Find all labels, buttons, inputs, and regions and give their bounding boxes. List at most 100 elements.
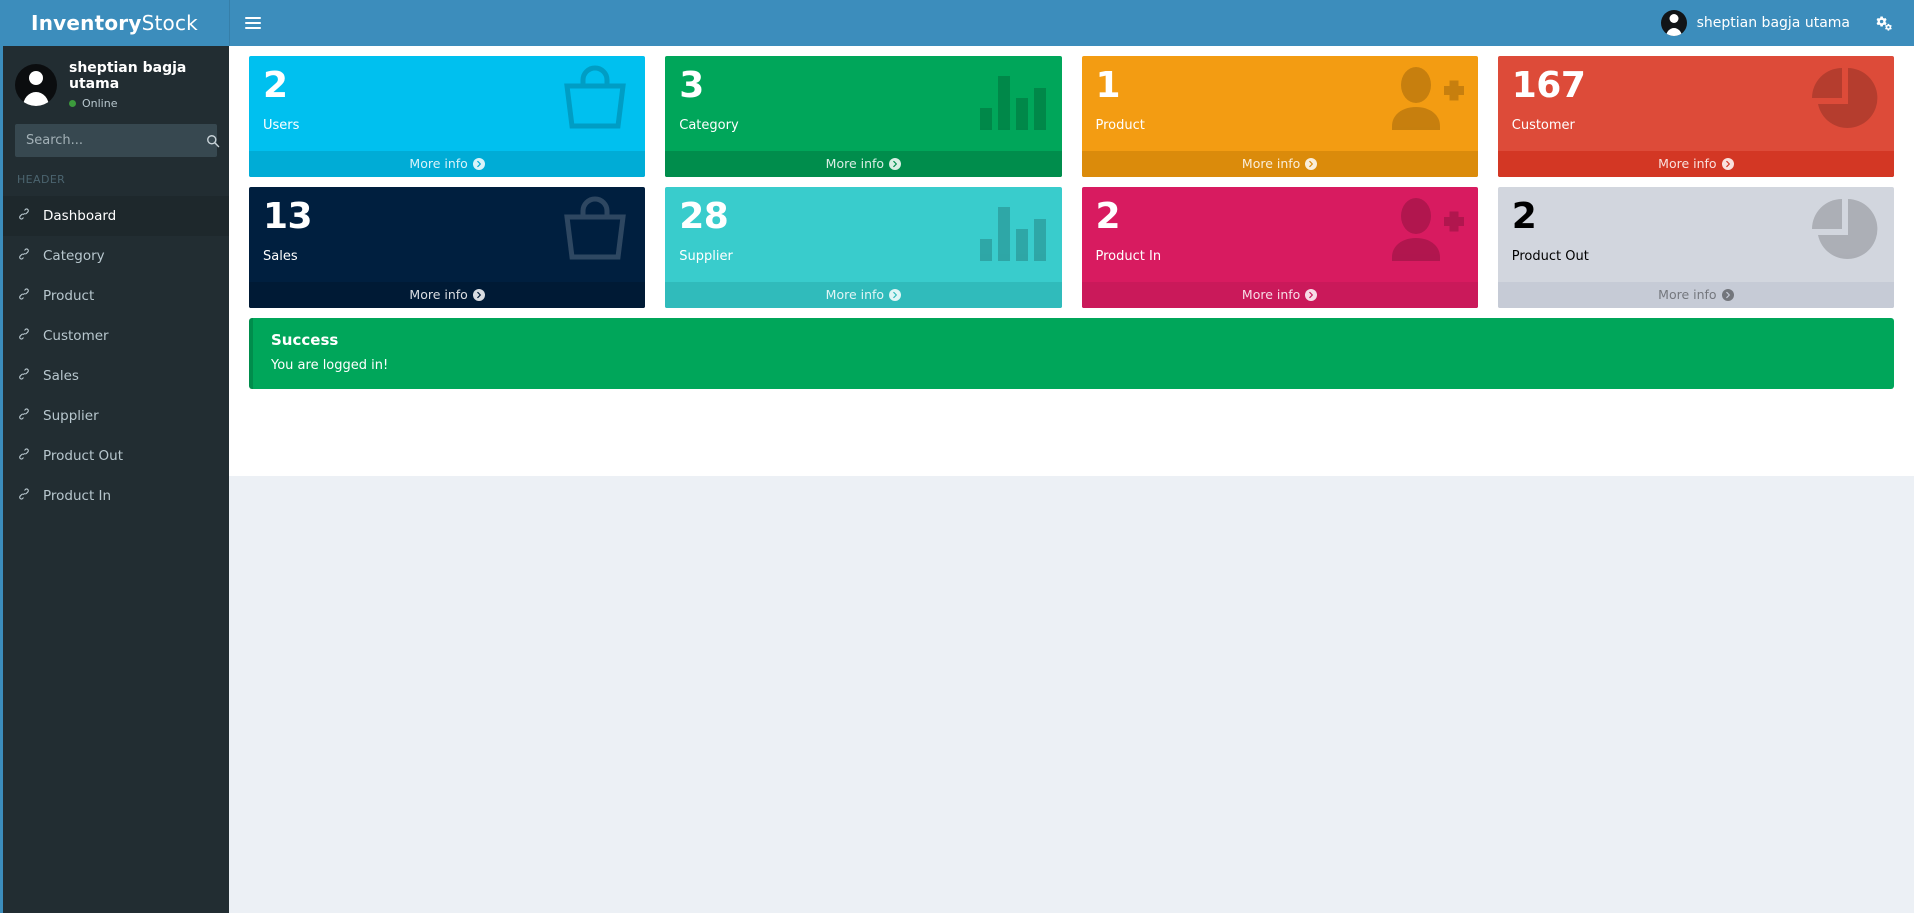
more-info-link[interactable]: More info bbox=[1497, 282, 1894, 308]
more-info-label: More info bbox=[1241, 156, 1301, 171]
stat-box-body: 2 Product In bbox=[1082, 187, 1478, 282]
sidebar-item-product-in[interactable]: Product In bbox=[0, 476, 229, 516]
top-bar: Inventory Stock sheptian bagja utama bbox=[0, 0, 1914, 46]
stat-value: 28 bbox=[679, 196, 729, 237]
content-inner: 2 Users More info 3 Category More info 1… bbox=[229, 46, 1914, 476]
more-info-link[interactable]: More info bbox=[1081, 282, 1478, 308]
hamburger-bar bbox=[245, 27, 261, 29]
stat-col: 3 Category More info bbox=[655, 56, 1071, 187]
stat-box-body: 28 Supplier bbox=[665, 187, 1061, 282]
logo-thin-text: Stock bbox=[141, 11, 198, 35]
app-logo[interactable]: Inventory Stock bbox=[0, 0, 229, 46]
more-info-label: More info bbox=[1658, 287, 1717, 302]
alert-message: You are logged in! bbox=[271, 358, 389, 373]
search-input[interactable] bbox=[16, 133, 206, 148]
stat-col: 2 Product In More info bbox=[1072, 187, 1488, 318]
link-icon bbox=[17, 407, 31, 425]
stat-value: 3 bbox=[679, 65, 704, 106]
stat-box-product-in: 2 Product In More info bbox=[1081, 187, 1478, 308]
stat-col: 13 Sales More info bbox=[239, 187, 655, 318]
stat-label: Customer bbox=[1511, 118, 1575, 133]
link-icon bbox=[17, 447, 31, 465]
online-status-icon bbox=[69, 100, 76, 107]
stat-col: 2 Users More info bbox=[239, 56, 655, 187]
sidebar-user-status-label: Online bbox=[82, 97, 118, 110]
stat-label: Sales bbox=[263, 249, 298, 264]
link-icon bbox=[17, 367, 31, 385]
sidebar: sheptian bagja utama Online HEADER bbox=[0, 46, 229, 913]
stat-value: 2 bbox=[263, 65, 288, 106]
sidebar-item-label: Category bbox=[43, 248, 105, 264]
sidebar-item-label: Dashboard bbox=[43, 208, 117, 224]
sidebar-search bbox=[3, 124, 229, 157]
sidebar-item-supplier[interactable]: Supplier bbox=[0, 396, 229, 436]
sidebar-item-label: Product bbox=[43, 288, 95, 304]
stat-box-product-out: 2 Product Out More info bbox=[1497, 187, 1894, 308]
hamburger-icon[interactable] bbox=[230, 0, 276, 46]
stat-box-supplier: 28 Supplier More info bbox=[665, 187, 1062, 308]
alert-wrapper: Success You are logged in! bbox=[239, 318, 1904, 403]
stat-col: 28 Supplier More info bbox=[655, 187, 1071, 318]
avatar bbox=[1660, 10, 1687, 36]
more-info-link[interactable]: More info bbox=[249, 151, 646, 177]
stat-box-product: 1 Product More info bbox=[1081, 56, 1478, 177]
sidebar-item-label: Product Out bbox=[43, 448, 124, 464]
sidebar-user-info: sheptian bagja utama Online bbox=[69, 60, 215, 110]
sidebar-item-label: Supplier bbox=[43, 408, 99, 424]
cogs-icon[interactable] bbox=[1864, 0, 1904, 46]
stat-value: 2 bbox=[1095, 196, 1121, 237]
stat-value: 167 bbox=[1511, 65, 1586, 106]
sidebar-item-label: Product In bbox=[43, 488, 112, 504]
link-icon bbox=[17, 247, 31, 265]
stat-box-body: 2 Product Out bbox=[1498, 187, 1894, 282]
stat-row-2: 13 Sales More info 28 Supplier More info… bbox=[239, 187, 1904, 318]
more-info-link[interactable]: More info bbox=[665, 282, 1062, 308]
search-box bbox=[15, 124, 220, 157]
sidebar-user-status: Online bbox=[69, 97, 215, 110]
avatar bbox=[15, 64, 57, 106]
logo-bold-text: Inventory bbox=[31, 11, 142, 35]
sidebar-item-customer[interactable]: Customer bbox=[0, 316, 229, 356]
sidebar-item-sales[interactable]: Sales bbox=[0, 356, 229, 396]
stat-box-body: 3 Category bbox=[665, 56, 1061, 151]
search-icon[interactable] bbox=[206, 124, 220, 157]
stat-box-body: 2 Users bbox=[249, 56, 645, 151]
link-icon bbox=[17, 327, 31, 345]
stat-label: Product Out bbox=[1511, 249, 1589, 264]
stat-col: 2 Product Out More info bbox=[1488, 187, 1904, 318]
navbar-user-menu[interactable]: sheptian bagja utama bbox=[1647, 0, 1864, 46]
stat-box-body: 1 Product bbox=[1082, 56, 1478, 151]
content-area: 2 Users More info 3 Category More info 1… bbox=[229, 46, 1914, 913]
stat-label: Users bbox=[263, 118, 300, 133]
stat-box-category: 3 Category More info bbox=[665, 56, 1062, 177]
sidebar-menu-header: HEADER bbox=[17, 173, 66, 186]
hamburger-bar bbox=[245, 17, 261, 19]
stat-row-1: 2 Users More info 3 Category More info 1… bbox=[239, 56, 1904, 187]
navbar-right: sheptian bagja utama bbox=[1647, 0, 1914, 46]
sidebar-user-name: sheptian bagja utama bbox=[69, 60, 187, 92]
more-info-label: More info bbox=[825, 156, 885, 171]
sidebar-item-product[interactable]: Product bbox=[0, 276, 229, 316]
sidebar-item-product-out[interactable]: Product Out bbox=[0, 436, 229, 476]
more-info-link[interactable]: More info bbox=[1497, 151, 1894, 177]
stat-box-users: 2 Users More info bbox=[249, 56, 646, 177]
link-icon bbox=[17, 487, 31, 505]
more-info-link[interactable]: More info bbox=[249, 282, 646, 308]
stat-col: 167 Customer More info bbox=[1488, 56, 1904, 187]
stat-label: Product bbox=[1095, 118, 1145, 133]
more-info-link[interactable]: More info bbox=[1081, 151, 1478, 177]
more-info-link[interactable]: More info bbox=[665, 151, 1062, 177]
sidebar-user-panel[interactable]: sheptian bagja utama Online bbox=[3, 46, 229, 124]
stat-label: Supplier bbox=[679, 249, 733, 264]
sidebar-item-category[interactable]: Category bbox=[0, 236, 229, 276]
stat-box-sales: 13 Sales More info bbox=[249, 187, 646, 308]
more-info-label: More info bbox=[409, 156, 468, 171]
stat-value: 2 bbox=[1511, 196, 1537, 237]
link-icon bbox=[17, 207, 31, 225]
sidebar-item-label: Sales bbox=[43, 368, 79, 384]
sidebar-item-dashboard[interactable]: Dashboard bbox=[0, 196, 229, 236]
stat-value: 1 bbox=[1095, 65, 1121, 106]
stat-col: 1 Product More info bbox=[1072, 56, 1488, 187]
stat-value: 13 bbox=[263, 196, 313, 237]
sidebar-menu: Dashboard Category Product Customer Sale… bbox=[0, 196, 229, 516]
